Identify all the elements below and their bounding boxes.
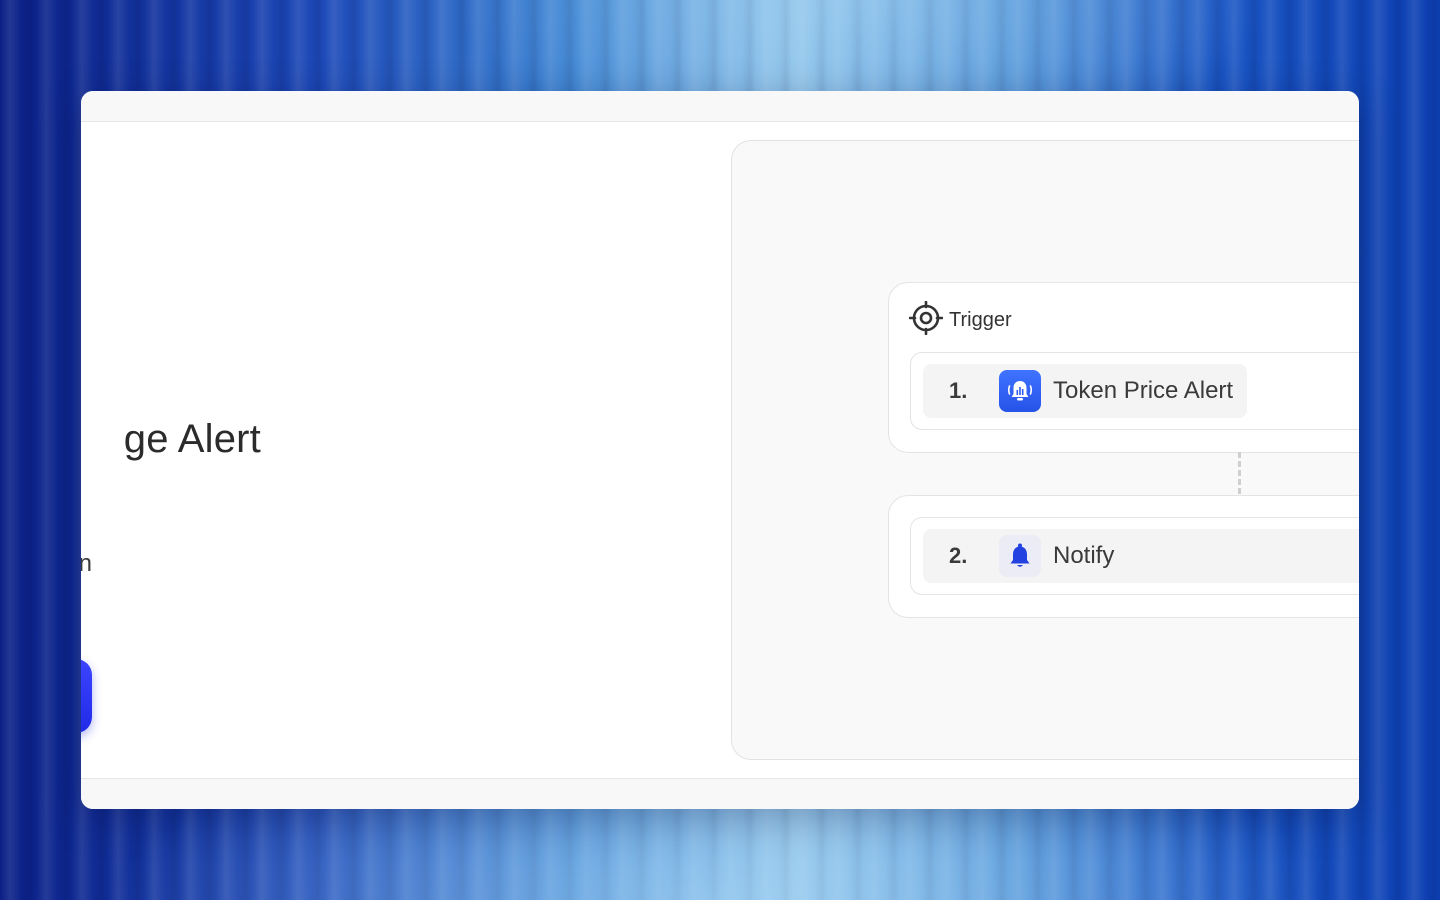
trigger-step-pill[interactable]: 1. Token Price Alert [923, 364, 1248, 418]
step-number: 1. [949, 378, 968, 403]
primary-action-button[interactable] [81, 659, 92, 733]
trigger-step-row[interactable]: 1. Token Price Alert [910, 352, 1359, 430]
app-window: ge Alert n Trigger 1. Token Price Alert … [81, 91, 1359, 809]
step-number: 2. [949, 543, 968, 568]
page-subtitle: n [81, 550, 92, 577]
bell-icon [999, 535, 1041, 577]
window-bottom-bar [81, 778, 1359, 809]
trigger-label: Trigger [949, 308, 1012, 331]
main-content: ge Alert n Trigger 1. Token Price Alert … [81, 122, 1359, 778]
step-name: Notify [1053, 542, 1115, 569]
window-top-bar [81, 91, 1359, 122]
trigger-card-header: Trigger [908, 300, 1012, 340]
action-step-row[interactable]: 2. Notify [910, 517, 1359, 595]
page-title: ge Alert [123, 417, 261, 461]
target-icon [908, 300, 944, 340]
step-name: Token Price Alert [1053, 377, 1234, 404]
trigger-card[interactable]: Trigger 1. Token Price Alert [888, 282, 1359, 453]
price-alert-bell-icon [999, 370, 1041, 412]
action-step-pill[interactable]: 2. Notify [923, 529, 1359, 583]
action-card[interactable]: 2. Notify [888, 495, 1359, 618]
step-connector-line [1238, 452, 1241, 494]
workflow-canvas[interactable]: Trigger 1. Token Price Alert 2. Notify [731, 140, 1359, 760]
